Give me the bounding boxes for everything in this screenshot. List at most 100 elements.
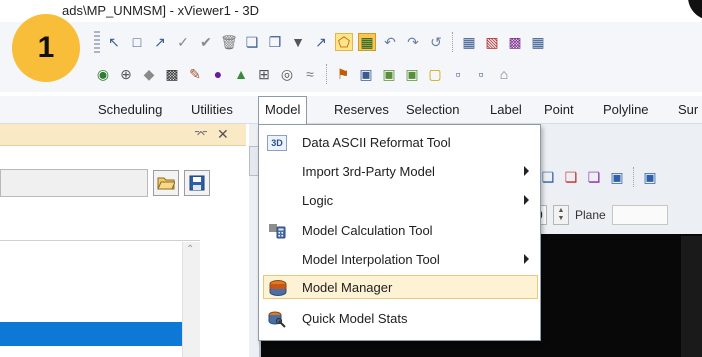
close-icon[interactable]: ✕ — [217, 126, 229, 143]
menu-scheduling[interactable]: Scheduling — [92, 96, 168, 124]
history-icon[interactable]: ↺ — [427, 33, 445, 51]
menu-item-data-ascii-reformat-tool[interactable]: 3D Data ASCII Reformat Tool — [259, 131, 540, 155]
cascade-icon[interactable]: ▫ — [472, 65, 490, 83]
drillhole-icon[interactable]: ✎ — [186, 65, 204, 83]
menu-item-model-interpolation-tool[interactable]: Model Interpolation Tool — [259, 248, 540, 272]
selected-tree-row[interactable] — [0, 322, 182, 346]
model-menu-dropdown: 3D Data ASCII Reformat Tool Import 3rd-P… — [258, 124, 541, 341]
grid-delete-icon[interactable]: ▧ — [483, 33, 501, 51]
sphere-mesh-icon[interactable]: ⊕ — [117, 65, 135, 83]
model-add-icon[interactable]: ❏ — [539, 168, 557, 186]
menu-point[interactable]: Point — [538, 96, 580, 124]
lasso-select-icon[interactable]: □ — [128, 33, 146, 51]
menu-bar: Scheduling Utilities Model Reserves Sele… — [0, 96, 702, 125]
label-icon[interactable]: ⚑ — [334, 65, 352, 83]
menu-item-model-manager[interactable]: Model Manager — [263, 275, 538, 299]
redo-icon[interactable]: ↷ — [404, 33, 422, 51]
menu-item-logic[interactable]: Logic — [259, 189, 540, 213]
menu-selection[interactable]: Selection — [400, 96, 465, 124]
model-new-icon[interactable]: ❏ — [562, 168, 580, 186]
calculator-icon — [267, 222, 287, 240]
panel-header: ⌤ ✕ — [0, 124, 246, 146]
dock-icon[interactable]: ▣ — [380, 65, 398, 83]
building-icon[interactable]: ⌂ — [495, 65, 513, 83]
select-plus-icon[interactable]: ↗ — [151, 33, 169, 51]
submenu-arrow-icon — [524, 254, 529, 264]
vertical-scrollbar[interactable]: ⌃ — [182, 242, 200, 357]
delete-icon[interactable]: 🗑 — [220, 33, 238, 51]
open-folder-icon — [157, 177, 175, 190]
color-icon[interactable]: ● — [209, 65, 227, 83]
save-icon — [189, 175, 205, 191]
cursor-icon[interactable]: ↖ — [105, 33, 123, 51]
submenu-arrow-icon — [524, 195, 529, 205]
menu-item-label: Data ASCII Reformat Tool — [302, 135, 451, 150]
left-panel: ⌤ ✕ ⌃ — [0, 124, 246, 357]
menu-item-label: Logic — [302, 193, 334, 208]
menu-item-label: Quick Model Stats — [302, 311, 408, 326]
surface-icon[interactable]: ▲ — [232, 65, 250, 83]
layout-icon[interactable]: ▣ — [357, 65, 375, 83]
plane-input[interactable] — [611, 205, 668, 225]
layers-icon — [268, 279, 288, 297]
menu-model[interactable]: Model — [258, 96, 308, 125]
toolbar-row-1: ↖ □ ↗ ✓ ✔ 🗑 ❏ ❐ ▼ ↗ ⬠ ▦ ↶ ↷ ↺ ▦ ▧ ▩ ▦ — [94, 26, 547, 58]
menu-item-import-3rd-party-model[interactable]: Import 3rd-Party Model — [259, 160, 540, 184]
pin-icon[interactable]: ⌤ — [194, 127, 208, 141]
paste-icon[interactable]: ❐ — [266, 33, 284, 51]
menu-item-model-calculation-tool[interactable]: Model Calculation Tool — [259, 219, 540, 243]
menu-utilities[interactable]: Utilities — [185, 96, 239, 124]
undo-icon[interactable]: ↶ — [381, 33, 399, 51]
select-polygon-icon[interactable]: ⬠ — [335, 33, 353, 51]
menu-reserves[interactable]: Reserves — [328, 96, 395, 124]
title-bar: ads\MP_UNMSM] - xViewer1 - 3D — [0, 0, 702, 22]
plane-controls: 0 ▲▼ Plane — [531, 204, 668, 226]
block-model-icon[interactable]: ▩ — [163, 65, 181, 83]
table-icon[interactable]: ▩ — [506, 33, 524, 51]
toolbar-row-2: ◉ ⊕ ◆ ▩ ✎ ● ▲ ⊞ ◎ ≈ ⚑ ▣ ▣ ▣ ▢ ▫ ▫ ⌂ — [94, 58, 513, 90]
tile-icon[interactable]: ▫ — [449, 65, 467, 83]
check-icon[interactable]: ✓ — [174, 33, 192, 51]
save-button[interactable] — [184, 170, 210, 196]
viewport-toolbar: ❏ ❏ ❏ ▣ ▣ — [539, 164, 702, 190]
snap-icon[interactable]: ▦ — [358, 33, 376, 51]
window-icon[interactable]: ▣ — [403, 65, 421, 83]
viewport-edge — [681, 236, 702, 357]
layer-spinner[interactable]: ▲ ▼ — [553, 205, 569, 225]
toolbar-grip[interactable] — [94, 31, 100, 53]
toolbar-separator — [452, 32, 453, 52]
model-export-icon[interactable]: ▣ — [641, 168, 659, 186]
path-field[interactable] — [0, 169, 148, 197]
menu-item-label: Import 3rd-Party Model — [302, 164, 435, 179]
menu-item-label: Model Manager — [302, 280, 393, 295]
menu-item-label: Model Calculation Tool — [302, 223, 433, 238]
open-folder-button[interactable] — [153, 170, 179, 196]
menu-item-quick-model-stats[interactable]: Quick Model Stats — [259, 307, 540, 331]
model-lock-icon[interactable]: ▣ — [608, 168, 626, 186]
section-icon[interactable]: ⊞ — [255, 65, 273, 83]
check-multi-icon[interactable]: ✔ — [197, 33, 215, 51]
stats-icon — [267, 310, 287, 328]
filter-icon[interactable]: ▼ — [289, 33, 307, 51]
model-copy-icon[interactable]: ❏ — [585, 168, 603, 186]
grid-view-icon[interactable]: ▦ — [529, 33, 547, 51]
cube-mesh-icon[interactable]: ◉ — [94, 65, 112, 83]
menu-polyline[interactable]: Polyline — [597, 96, 655, 124]
menu-label[interactable]: Label — [484, 96, 528, 124]
target-icon[interactable]: ◎ — [278, 65, 296, 83]
corner-circle-decoration — [688, 0, 702, 20]
step-badge: 1 — [12, 14, 80, 82]
solid-icon[interactable]: ◆ — [140, 65, 158, 83]
grid-icon[interactable]: ▦ — [460, 33, 478, 51]
menu-surface[interactable]: Sur — [672, 96, 702, 124]
3d-icon: 3D — [267, 134, 287, 152]
contour-icon[interactable]: ≈ — [301, 65, 319, 83]
plane-label: Plane — [575, 208, 606, 222]
menu-item-label: Model Interpolation Tool — [302, 252, 440, 267]
scroll-up-icon[interactable]: ⌃ — [186, 244, 194, 255]
pick-icon[interactable]: ↗ — [312, 33, 330, 51]
copy-icon[interactable]: ❏ — [243, 33, 261, 51]
submenu-arrow-icon — [524, 166, 529, 176]
panel-icon[interactable]: ▢ — [426, 65, 444, 83]
3d-icon-label: 3D — [267, 135, 287, 151]
